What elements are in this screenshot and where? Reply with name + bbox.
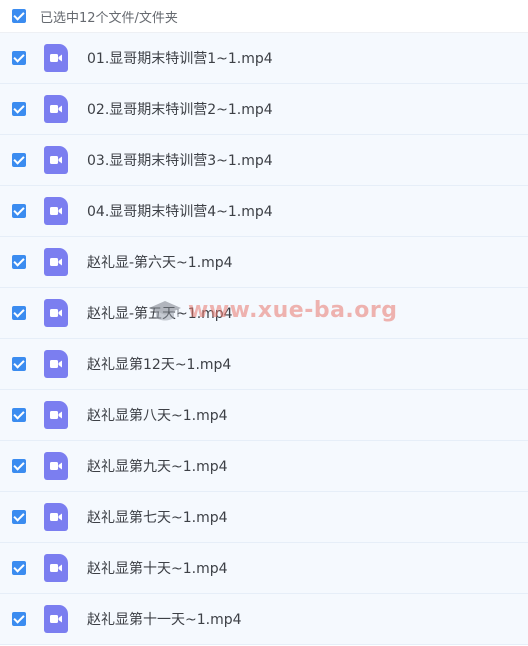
file-list: 01.显哥期末特训营1~1.mp4 02.显哥期末特训营2~1.mp4 03.显…	[0, 33, 528, 645]
file-row[interactable]: 赵礼显第七天~1.mp4	[0, 492, 528, 543]
selection-header: 已选中12个文件/文件夹	[0, 0, 528, 33]
file-row[interactable]: 赵礼显第八天~1.mp4	[0, 390, 528, 441]
video-file-icon	[44, 605, 68, 633]
video-file-icon	[44, 503, 68, 531]
video-file-icon	[44, 248, 68, 276]
file-name[interactable]: 01.显哥期末特训营1~1.mp4	[87, 48, 273, 68]
file-name[interactable]: 赵礼显第七天~1.mp4	[87, 507, 228, 527]
file-checkbox[interactable]	[12, 204, 26, 218]
file-name[interactable]: 赵礼显-第五天~1.mp4	[87, 303, 233, 323]
file-checkbox[interactable]	[12, 612, 26, 626]
file-row[interactable]: 03.显哥期末特训营3~1.mp4	[0, 135, 528, 186]
file-row[interactable]: 01.显哥期末特训营1~1.mp4	[0, 33, 528, 84]
video-file-icon	[44, 401, 68, 429]
file-name[interactable]: 02.显哥期末特训营2~1.mp4	[87, 99, 273, 119]
file-checkbox[interactable]	[12, 510, 26, 524]
video-file-icon	[44, 299, 68, 327]
file-name[interactable]: 赵礼显-第六天~1.mp4	[87, 252, 233, 272]
file-row[interactable]: 赵礼显第十一天~1.mp4	[0, 594, 528, 645]
file-row[interactable]: 赵礼显-第五天~1.mp4	[0, 288, 528, 339]
file-checkbox[interactable]	[12, 153, 26, 167]
file-row[interactable]: 04.显哥期末特训营4~1.mp4	[0, 186, 528, 237]
file-checkbox[interactable]	[12, 459, 26, 473]
file-checkbox[interactable]	[12, 102, 26, 116]
video-file-icon	[44, 197, 68, 225]
file-checkbox[interactable]	[12, 255, 26, 269]
file-checkbox[interactable]	[12, 51, 26, 65]
file-checkbox[interactable]	[12, 561, 26, 575]
file-name[interactable]: 04.显哥期末特训营4~1.mp4	[87, 201, 273, 221]
video-file-icon	[44, 554, 68, 582]
file-row[interactable]: 赵礼显-第六天~1.mp4	[0, 237, 528, 288]
video-file-icon	[44, 44, 68, 72]
video-file-icon	[44, 95, 68, 123]
file-name[interactable]: 赵礼显第八天~1.mp4	[87, 405, 228, 425]
video-file-icon	[44, 146, 68, 174]
file-checkbox[interactable]	[12, 357, 26, 371]
file-row[interactable]: 赵礼显第十天~1.mp4	[0, 543, 528, 594]
file-row[interactable]: 赵礼显第九天~1.mp4	[0, 441, 528, 492]
file-name[interactable]: 赵礼显第12天~1.mp4	[87, 354, 231, 374]
file-checkbox[interactable]	[12, 408, 26, 422]
file-name[interactable]: 03.显哥期末特训营3~1.mp4	[87, 150, 273, 170]
select-all-checkbox[interactable]	[12, 9, 26, 23]
file-name[interactable]: 赵礼显第十天~1.mp4	[87, 558, 228, 578]
file-name[interactable]: 赵礼显第九天~1.mp4	[87, 456, 228, 476]
file-row[interactable]: 02.显哥期末特训营2~1.mp4	[0, 84, 528, 135]
file-row[interactable]: 赵礼显第12天~1.mp4	[0, 339, 528, 390]
video-file-icon	[44, 350, 68, 378]
video-file-icon	[44, 452, 68, 480]
file-checkbox[interactable]	[12, 306, 26, 320]
file-name[interactable]: 赵礼显第十一天~1.mp4	[87, 609, 242, 629]
selection-count-label: 已选中12个文件/文件夹	[40, 10, 178, 26]
